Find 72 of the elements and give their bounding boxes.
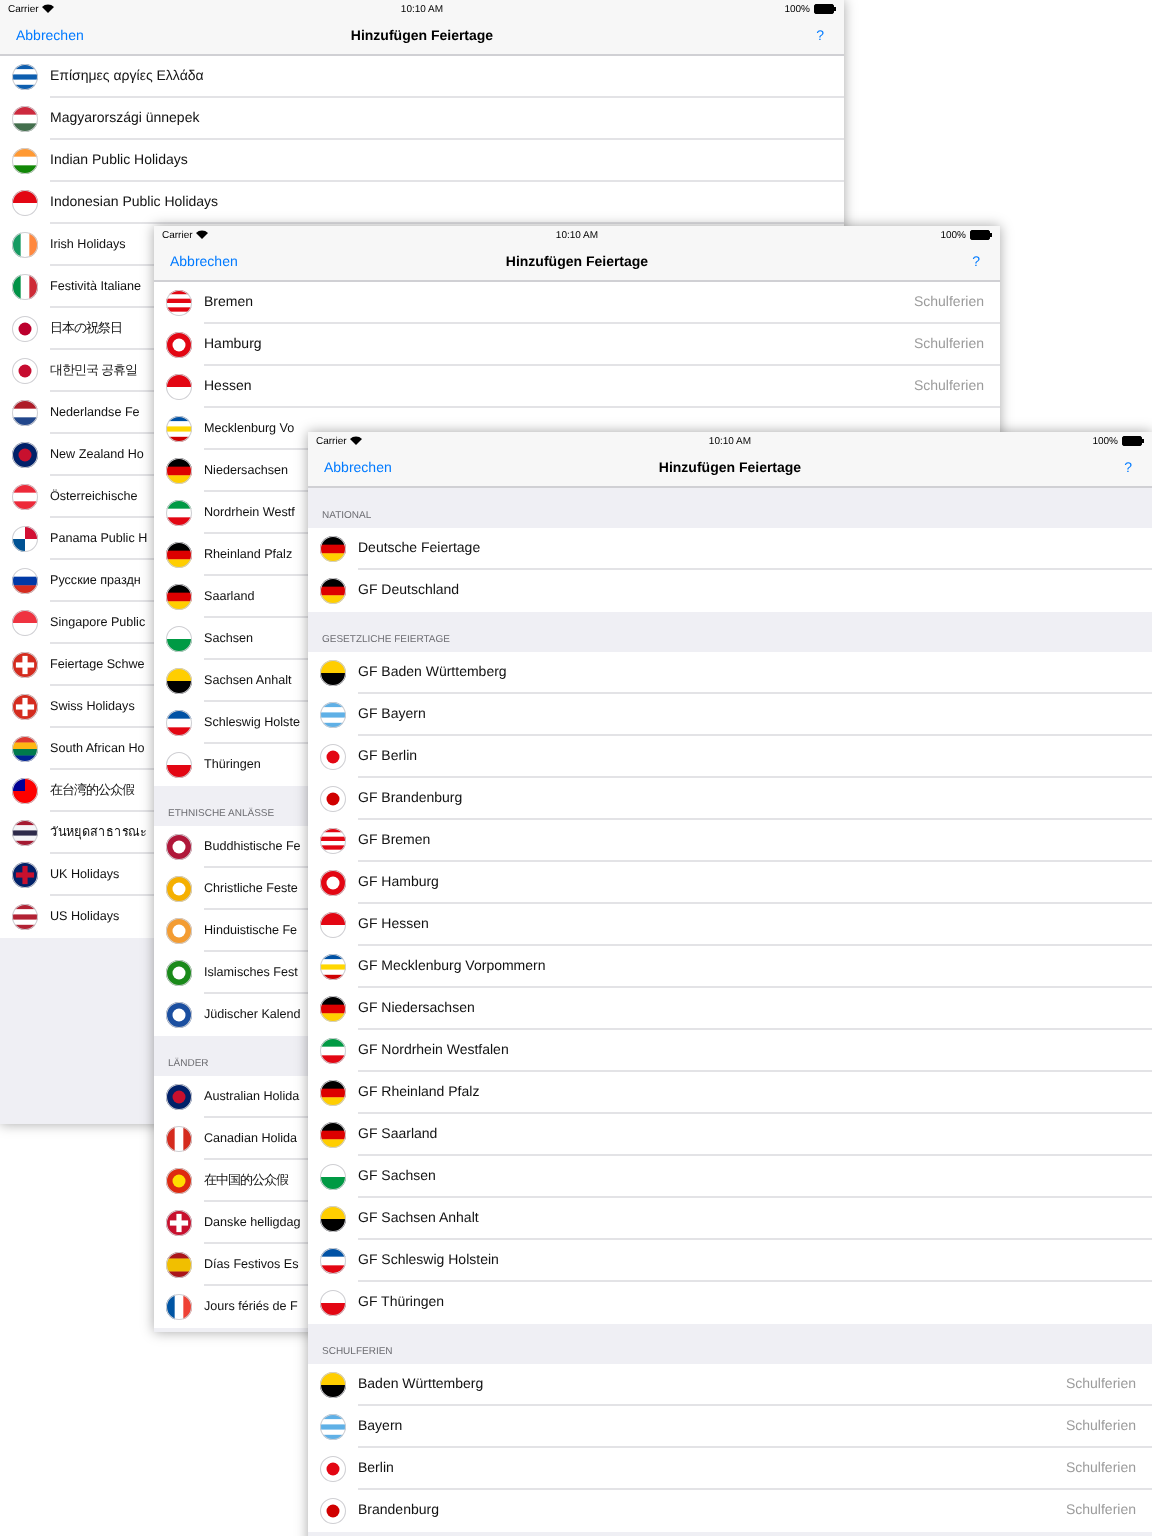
flag-icon	[12, 694, 38, 720]
flag-icon	[166, 1252, 192, 1278]
flag-icon	[320, 996, 346, 1022]
flag-icon	[320, 1206, 346, 1232]
flag-icon	[12, 148, 38, 174]
battery-icon	[970, 230, 992, 240]
battery-icon	[814, 4, 836, 14]
flag-icon	[320, 1122, 346, 1148]
flag-icon	[12, 190, 38, 216]
flag-icon	[166, 918, 192, 944]
flag-icon	[320, 578, 346, 604]
flag-icon	[166, 458, 192, 484]
flag-icon	[12, 820, 38, 846]
flag-icon	[166, 876, 192, 902]
flag-icon	[320, 870, 346, 896]
flag-icon	[320, 1038, 346, 1064]
flag-icon	[12, 778, 38, 804]
flag-icon	[320, 786, 346, 812]
flag-icon	[166, 374, 192, 400]
wifi-icon	[42, 4, 55, 14]
flag-icon	[166, 960, 192, 986]
flag-icon	[166, 834, 192, 860]
flag-icon	[166, 500, 192, 526]
flag-icon	[12, 610, 38, 636]
flag-icon	[166, 1168, 192, 1194]
flag-icon	[12, 862, 38, 888]
flag-icon	[320, 1164, 346, 1190]
flag-icon	[166, 1002, 192, 1028]
flag-icon	[12, 484, 38, 510]
flag-icon	[166, 290, 192, 316]
flag-icon	[320, 1080, 346, 1106]
flag-icon	[320, 1498, 346, 1524]
flag-icon	[320, 744, 346, 770]
flag-icon	[320, 660, 346, 686]
flag-icon	[320, 1248, 346, 1274]
flag-icon	[12, 64, 38, 90]
flag-icon	[166, 710, 192, 736]
flag-icon	[320, 954, 346, 980]
flag-icon	[320, 1372, 346, 1398]
battery-icon	[1122, 436, 1144, 446]
flag-icon	[166, 584, 192, 610]
flag-icon	[166, 1294, 192, 1320]
flag-icon	[166, 1084, 192, 1110]
flag-icon	[320, 536, 346, 562]
flag-icon	[12, 358, 38, 384]
flag-icon	[12, 442, 38, 468]
flag-icon	[166, 542, 192, 568]
flag-icon	[12, 904, 38, 930]
flag-icon	[12, 652, 38, 678]
flag-icon	[166, 752, 192, 778]
flag-icon	[320, 1456, 346, 1482]
flag-icon	[166, 416, 192, 442]
flag-icon	[12, 106, 38, 132]
flag-icon	[320, 702, 346, 728]
flag-icon	[166, 1126, 192, 1152]
flag-icon	[12, 568, 38, 594]
flag-icon	[320, 912, 346, 938]
flag-icon	[12, 232, 38, 258]
flag-icon	[12, 316, 38, 342]
flag-icon	[12, 400, 38, 426]
flag-icon	[166, 668, 192, 694]
wifi-icon	[196, 230, 209, 240]
flag-icon	[166, 1210, 192, 1236]
flag-icon	[166, 332, 192, 358]
flag-icon	[320, 1414, 346, 1440]
flag-icon	[320, 828, 346, 854]
flag-icon	[12, 274, 38, 300]
wifi-icon	[350, 436, 363, 446]
flag-icon	[166, 626, 192, 652]
flag-icon	[320, 1290, 346, 1316]
flag-icon	[12, 526, 38, 552]
flag-icon	[12, 736, 38, 762]
